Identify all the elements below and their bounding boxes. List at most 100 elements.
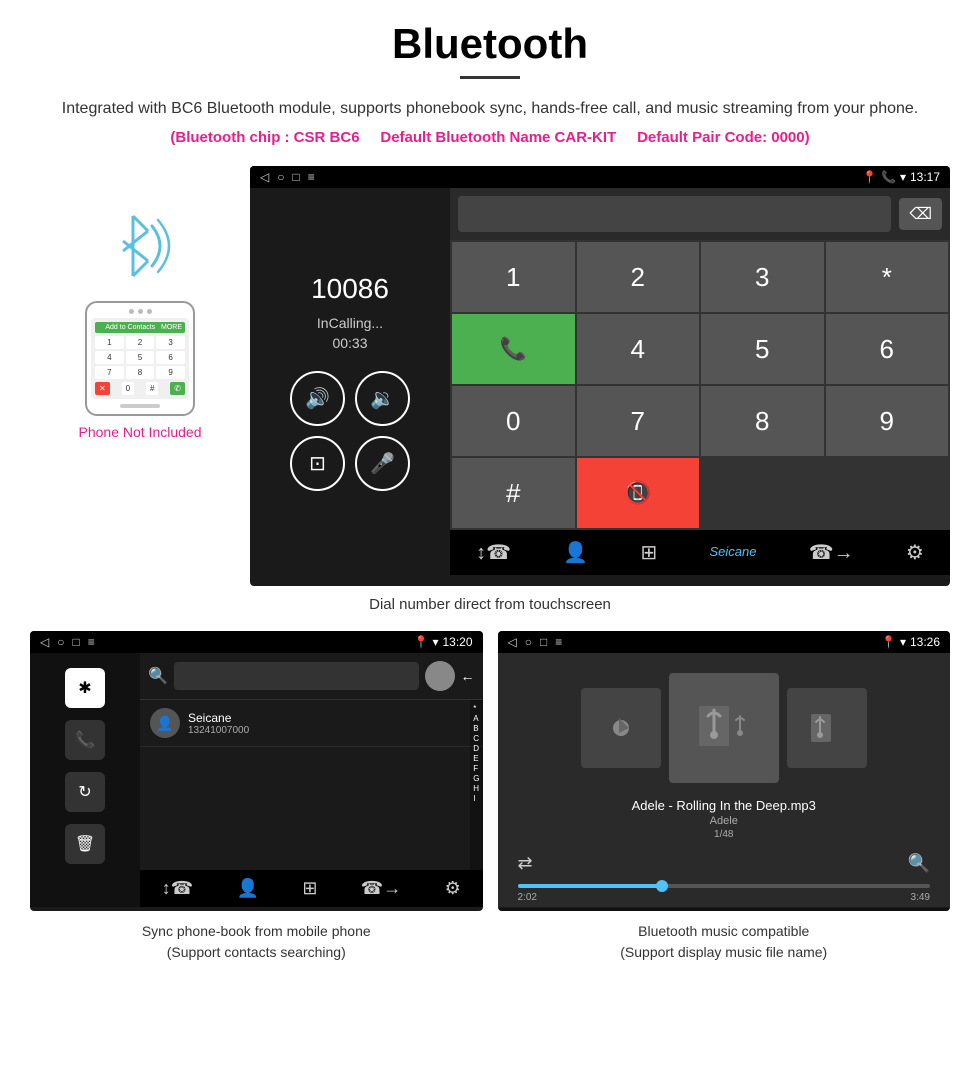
numpad-area: 1 2 3 * 📞 4 5 6 0 7 8 9 <box>450 240 950 530</box>
phonebook-bottom-nav: ↕☎ 👤 ⊞ ☎→ ⚙ <box>140 870 483 907</box>
spec-name: Default Bluetooth Name CAR-KIT <box>380 129 616 146</box>
key-2[interactable]: 2 <box>577 242 700 312</box>
bluetooth-icon-wrap <box>100 206 180 286</box>
key-0-ring[interactable]: 0 <box>452 386 575 456</box>
key-7[interactable]: 7 <box>577 386 700 456</box>
page-wrapper: Bluetooth Integrated with BC6 Bluetooth … <box>0 0 980 993</box>
key-1[interactable]: 1 <box>452 242 575 312</box>
phonebook-caption: Sync phone-book from mobile phone (Suppo… <box>30 921 483 963</box>
key-5[interactable]: 5 <box>701 314 824 384</box>
phonebook-caption-line1: Sync phone-book from mobile phone <box>142 923 371 939</box>
music-bottom-nav: 📁 ☰ ⏮ ⏸ ⏭ ≡ <box>498 908 951 911</box>
music-status-right: 📍 ▾ 13:26 <box>881 635 940 649</box>
pb-nav-settings[interactable]: ⚙ <box>445 878 461 899</box>
music-screenshot: ◁ ○ □ ≡ 📍 ▾ 13:26 <box>498 631 951 911</box>
pb-contacts-list: 👤 Seicane 13241007000 * A B <box>140 700 483 870</box>
phone-bottom-row: ✕ 0 # ✆ <box>95 382 185 395</box>
menu-nav-icon: ≡ <box>308 170 315 184</box>
phonebook-main: 🔍 ← 👤 Seicane 13241007000 <box>140 653 483 907</box>
pb-nav-messages[interactable]: ☎→ <box>361 878 401 899</box>
key-4[interactable]: 4 <box>577 314 700 384</box>
pb-contact-avatar: 👤 <box>150 708 180 738</box>
key-8[interactable]: 8 <box>701 386 824 456</box>
nav-recents-icon[interactable]: ↕☎ <box>476 540 511 565</box>
pb-bluetooth-icon[interactable]: ✱ <box>65 668 105 708</box>
phone-dot-2 <box>138 309 143 314</box>
key-3[interactable]: 3 <box>701 242 824 312</box>
dial-body: 10086 InCalling... 00:33 🔊 🔉 ⊡ 🎤 ⌫ <box>250 188 950 575</box>
pb-search-input[interactable] <box>174 662 419 690</box>
music-artist: Adele <box>503 815 946 827</box>
pb-nav-dialpad[interactable]: ⊞ <box>302 878 317 899</box>
phonebook-status-bar: ◁ ○ □ ≡ 📍 ▾ 13:20 <box>30 631 483 653</box>
pb-wifi-icon: ▾ <box>432 635 438 649</box>
pb-back-icon: ◁ <box>40 635 49 649</box>
music-location-icon: 📍 <box>881 635 896 649</box>
phone-screen-header: Add to Contacts MORE <box>95 322 185 333</box>
music-card: ◁ ○ □ ≡ 📍 ▾ 13:26 <box>498 631 951 963</box>
music-progress: 2:02 3:49 <box>498 879 951 908</box>
nav-messages-icon[interactable]: ☎→ <box>809 540 854 565</box>
phonebook-card: ◁ ○ □ ≡ 📍 ▾ 13:20 ✱ 📞 <box>30 631 483 963</box>
shuffle-icon[interactable]: ⇄ <box>518 853 533 874</box>
spec-pair: Default Pair Code: 0000) <box>637 129 810 146</box>
phone-dialpad: 123 456 789 <box>95 336 185 379</box>
dial-status-bar: ◁ ○ □ ≡ 📍 📞 ▾ 13:17 <box>250 166 950 188</box>
key-end-call[interactable]: 📵 <box>577 458 700 528</box>
key-star[interactable]: * <box>826 242 949 312</box>
music-track: Adele - Rolling In the Deep.mp3 <box>503 798 946 813</box>
progress-dot <box>656 880 668 892</box>
key-call-green[interactable]: 📞 <box>452 314 575 384</box>
music-recent-icon: □ <box>540 635 547 649</box>
pb-delete-icon[interactable]: 🗑 <box>65 824 105 864</box>
pb-menu-icon: ≡ <box>88 635 95 649</box>
progress-bar-fill <box>518 884 662 888</box>
pb-contact-item[interactable]: 👤 Seicane 13241007000 <box>140 700 483 747</box>
pb-nav-call[interactable]: ↕☎ <box>162 878 193 899</box>
music-count: 1/48 <box>503 829 946 840</box>
pb-search-icon: 🔍 <box>148 666 168 686</box>
music-info: Adele - Rolling In the Deep.mp3 Adele 1/… <box>498 793 951 853</box>
dial-screenshot: ◁ ○ □ ≡ 📍 📞 ▾ 13:17 10086 InCalling... <box>250 166 950 586</box>
music-home-icon: ○ <box>525 635 532 649</box>
dial-input-box[interactable] <box>458 196 891 232</box>
pb-status-left: ◁ ○ □ ≡ <box>40 635 95 649</box>
timer-text: 00:33 <box>332 335 367 351</box>
pb-contact-number: 13241007000 <box>188 725 473 736</box>
key-6[interactable]: 6 <box>826 314 949 384</box>
recent-nav-icon: □ <box>292 170 299 184</box>
transfer-button[interactable]: ⊡ <box>290 436 345 491</box>
music-back-icon: ◁ <box>508 635 517 649</box>
music-wifi-icon: ▾ <box>900 635 906 649</box>
volume-down-button[interactable]: 🔉 <box>355 371 410 426</box>
volume-up-button[interactable]: 🔊 <box>290 371 345 426</box>
numpad-grid: 1 2 3 * 📞 4 5 6 0 7 8 9 <box>450 240 950 530</box>
bottom-section: ◁ ○ □ ≡ 📍 ▾ 13:20 ✱ 📞 <box>30 631 950 963</box>
nav-settings-icon[interactable]: ⚙ <box>906 540 924 565</box>
status-bar-right: 📍 📞 ▾ 13:17 <box>862 170 940 184</box>
music-status-bar: ◁ ○ □ ≡ 📍 ▾ 13:26 <box>498 631 951 653</box>
pb-contact-name: Seicane <box>188 711 473 725</box>
nav-contacts-icon[interactable]: 👤 <box>563 540 588 565</box>
mic-button[interactable]: 🎤 <box>355 436 410 491</box>
phone-dot-3 <box>147 309 152 314</box>
phonebook-body: ✱ 📞 ↻ 🗑 🔍 ← <box>30 653 483 907</box>
pb-location-icon: 📍 <box>413 635 428 649</box>
key-9[interactable]: 9 <box>826 386 949 456</box>
music-search-icon[interactable]: 🔍 <box>908 853 930 874</box>
pb-nav-contacts[interactable]: 👤 <box>237 878 259 899</box>
pb-call-icon[interactable]: 📞 <box>65 720 105 760</box>
pb-back-arrow[interactable]: ← <box>461 668 475 684</box>
dial-delete-button[interactable]: ⌫ <box>899 198 942 230</box>
phone-column: Add to Contacts MORE 123 456 789 ✕ 0 # ✆ <box>30 166 250 440</box>
album-art-main <box>669 673 779 783</box>
pb-sync-icon[interactable]: ↻ <box>65 772 105 812</box>
pb-time: 13:20 <box>442 635 472 649</box>
pb-search-row: 🔍 ← <box>140 653 483 700</box>
music-caption-line2: (Support display music file name) <box>620 944 827 960</box>
pb-status-right: 📍 ▾ 13:20 <box>413 635 472 649</box>
key-hash[interactable]: # <box>452 458 575 528</box>
progress-bar-background[interactable] <box>518 884 931 888</box>
nav-dialpad-icon[interactable]: ⊞ <box>640 540 657 565</box>
phonebook-sidebar: ✱ 📞 ↻ 🗑 <box>30 653 140 907</box>
